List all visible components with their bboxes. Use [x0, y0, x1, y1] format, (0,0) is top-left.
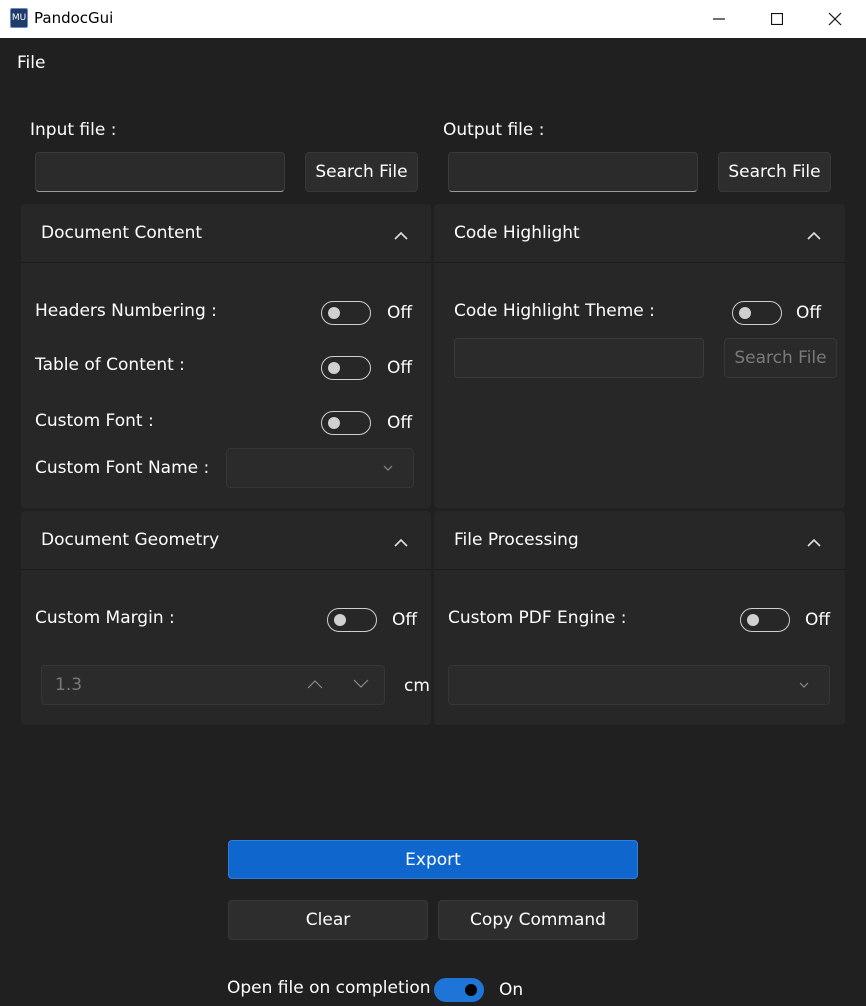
minimize-button[interactable] — [690, 0, 748, 38]
code-highlight-header[interactable]: Code Highlight — [434, 204, 845, 263]
document-content-header[interactable]: Document Content — [21, 204, 431, 263]
custom-margin-toggle[interactable] — [327, 608, 377, 632]
clear-button[interactable]: Clear — [228, 900, 428, 940]
chevron-down-icon[interactable] — [353, 679, 369, 689]
file-processing-panel: File Processing Custom PDF Engine : Off — [434, 511, 845, 725]
input-file-field[interactable] — [35, 152, 285, 192]
document-geometry-header[interactable]: Document Geometry — [21, 511, 431, 570]
custom-margin-state: Off — [392, 610, 418, 630]
chevron-up-icon — [807, 231, 821, 240]
open-on-completion-label: Open file on completion : — [227, 978, 442, 998]
code-highlight-panel: Code Highlight Code Highlight Theme : Of… — [434, 204, 845, 508]
input-search-file-button[interactable]: Search File — [305, 152, 418, 192]
chevron-up-icon[interactable] — [307, 679, 323, 689]
collapse-document-geometry-button[interactable] — [394, 533, 408, 553]
app-icon: MU — [10, 8, 28, 28]
export-button[interactable]: Export — [228, 840, 638, 879]
document-content-panel: Document Content Headers Numbering : Off… — [21, 204, 431, 508]
file-processing-header[interactable]: File Processing — [434, 511, 845, 570]
table-of-content-label: Table of Content : — [35, 355, 185, 375]
code-highlight-search-file-button[interactable]: Search File — [724, 338, 837, 378]
output-search-file-button[interactable]: Search File — [718, 152, 831, 192]
table-of-content-toggle[interactable] — [321, 356, 371, 380]
margin-value: 1.3 — [55, 675, 83, 695]
collapse-file-processing-button[interactable] — [807, 533, 821, 553]
maximize-button[interactable] — [748, 0, 806, 38]
document-geometry-title: Document Geometry — [41, 530, 220, 550]
title-bar: MU PandocGui — [0, 0, 866, 38]
custom-pdf-engine-label: Custom PDF Engine : — [448, 608, 627, 628]
custom-font-state: Off — [387, 413, 413, 433]
minimize-icon — [713, 18, 725, 20]
copy-command-button[interactable]: Copy Command — [438, 900, 638, 940]
margin-unit-label: cm — [404, 676, 430, 696]
chevron-down-icon — [383, 465, 393, 471]
code-highlight-theme-toggle[interactable] — [732, 301, 782, 325]
custom-margin-label: Custom Margin : — [35, 608, 175, 628]
output-file-label: Output file : — [443, 120, 545, 140]
chevron-up-icon — [394, 538, 408, 547]
headers-numbering-toggle[interactable] — [321, 301, 371, 325]
close-icon — [828, 12, 842, 26]
table-of-content-state: Off — [387, 358, 413, 378]
code-highlight-theme-field[interactable] — [454, 338, 704, 378]
close-button[interactable] — [806, 0, 864, 38]
open-on-completion-state: On — [499, 980, 524, 1000]
input-file-label: Input file : — [30, 120, 117, 140]
code-highlight-theme-state: Off — [796, 303, 822, 323]
document-content-title: Document Content — [41, 223, 203, 243]
menu-file[interactable]: File — [17, 53, 45, 73]
file-processing-title: File Processing — [454, 530, 579, 550]
chevron-down-icon — [799, 682, 809, 688]
code-highlight-theme-label: Code Highlight Theme : — [454, 301, 655, 321]
pdf-engine-select[interactable] — [448, 665, 830, 705]
chevron-up-icon — [807, 538, 821, 547]
custom-pdf-engine-state: Off — [805, 610, 831, 630]
custom-pdf-engine-toggle[interactable] — [740, 608, 790, 632]
margin-number-box[interactable]: 1.3 — [41, 665, 385, 705]
headers-numbering-state: Off — [387, 303, 413, 323]
window-title: PandocGui — [34, 9, 114, 27]
collapse-document-content-button[interactable] — [394, 226, 408, 246]
code-highlight-title: Code Highlight — [454, 223, 580, 243]
document-geometry-panel: Document Geometry Custom Margin : Off 1.… — [21, 511, 431, 725]
collapse-code-highlight-button[interactable] — [807, 226, 821, 246]
open-on-completion-toggle[interactable] — [434, 978, 484, 1002]
custom-font-name-select[interactable] — [226, 448, 414, 488]
output-file-field[interactable] — [448, 152, 698, 192]
custom-font-toggle[interactable] — [321, 411, 371, 435]
maximize-icon — [771, 13, 783, 25]
chevron-up-icon — [394, 231, 408, 240]
custom-font-label: Custom Font : — [35, 411, 154, 431]
custom-font-name-label: Custom Font Name : — [35, 458, 210, 478]
headers-numbering-label: Headers Numbering : — [35, 301, 217, 321]
